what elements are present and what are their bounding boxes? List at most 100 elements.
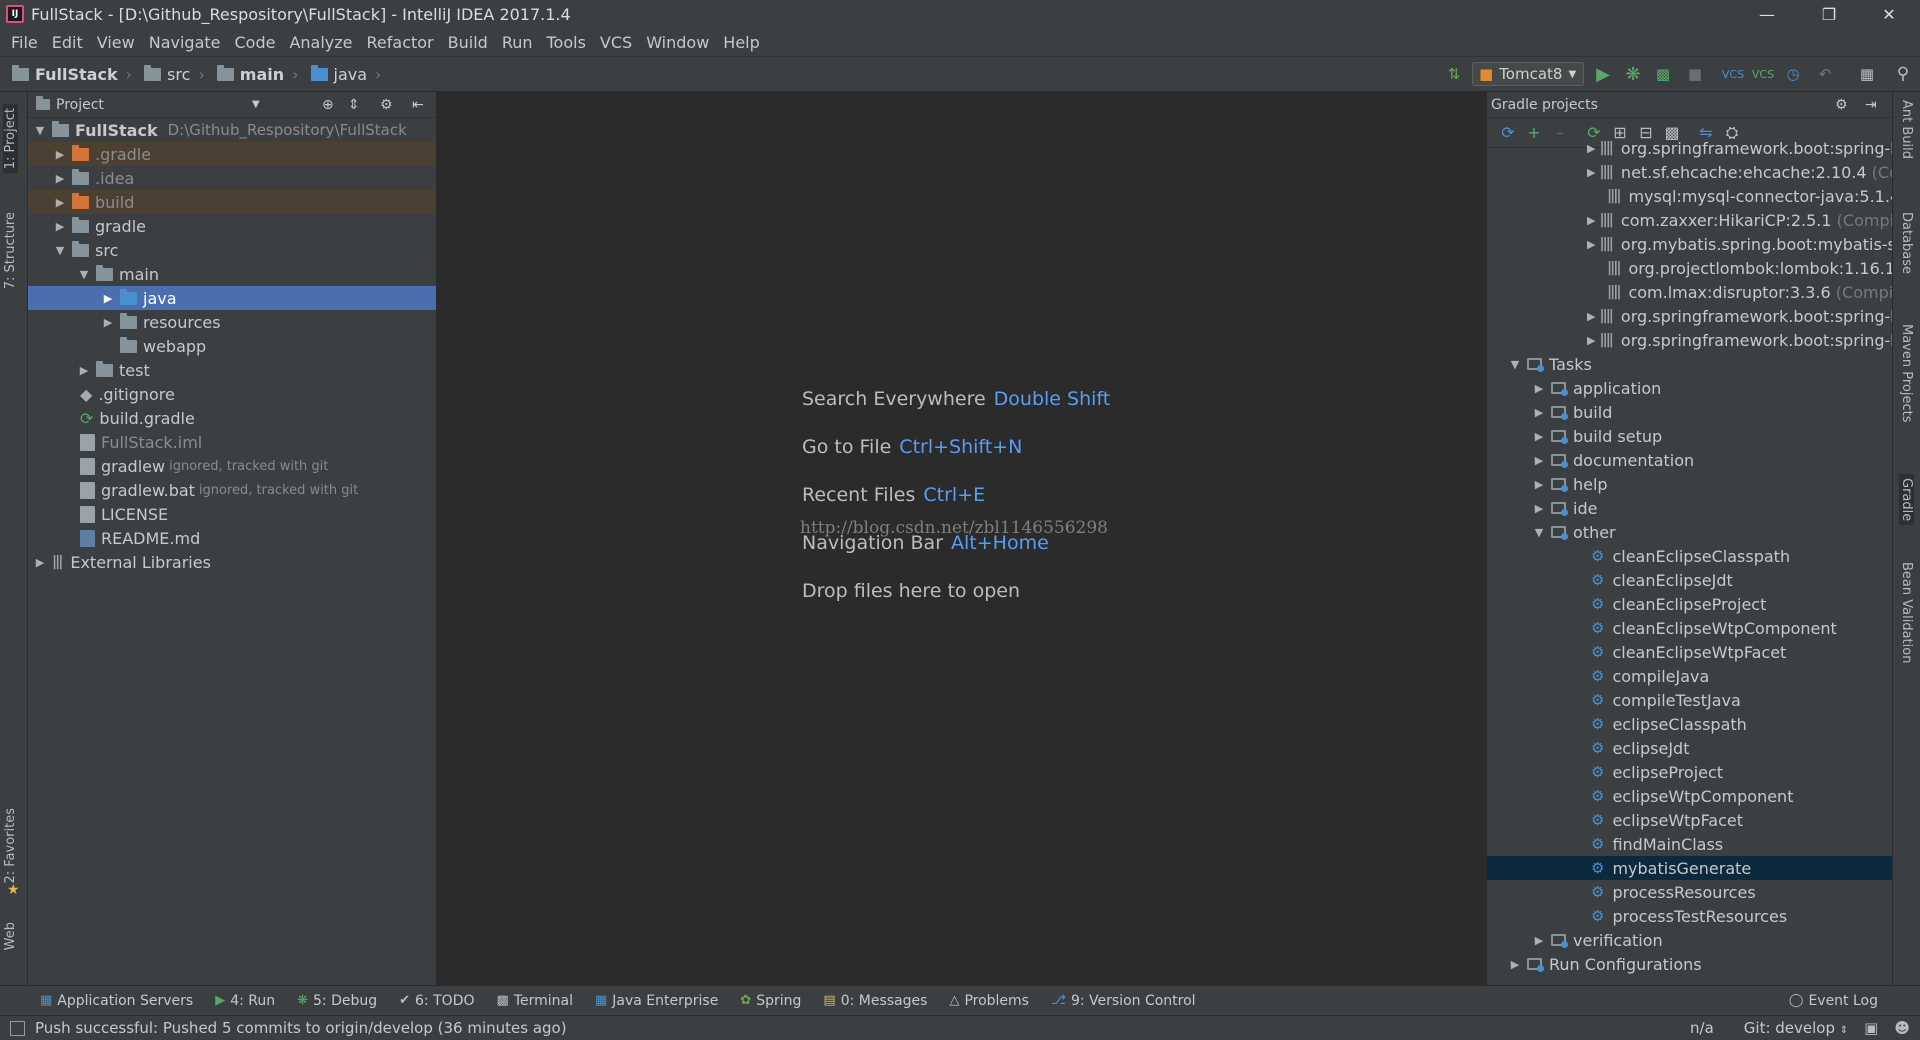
tree-item-resources[interactable]: ▶ resources xyxy=(28,310,436,334)
task-item[interactable]: ⚙ compileTestJava xyxy=(1487,688,1892,712)
task-item[interactable]: ⚙ eclipseWtpFacet xyxy=(1487,808,1892,832)
tree-item-external-libraries[interactable]: ▶ ||| External Libraries xyxy=(28,550,436,574)
dependency-item[interactable]: ▶ |||| org.springframework.boot:spring-b xyxy=(1487,304,1892,328)
task-item[interactable]: ⚙ cleanEclipseJdt xyxy=(1487,568,1892,592)
tab-problems[interactable]: △ Problems xyxy=(949,993,1029,1009)
tab-web[interactable]: Web xyxy=(3,922,18,950)
breadcrumb-src[interactable]: src › xyxy=(144,64,205,84)
task-group-documentation[interactable]: ▶ documentation xyxy=(1487,448,1892,472)
editor-area[interactable]: Search Everywhere Double Shift Go to File… xyxy=(438,92,1486,985)
menu-refactor[interactable]: Refactor xyxy=(360,33,441,52)
tree-item-idea[interactable]: ▶ .idea xyxy=(28,166,436,190)
tab-debug[interactable]: ❋ 5: Debug xyxy=(297,993,377,1009)
tab-spring[interactable]: ✿ Spring xyxy=(740,993,801,1009)
tree-item-java[interactable]: ▶ java xyxy=(28,286,436,310)
task-item[interactable]: ⚙ findMainClass xyxy=(1487,832,1892,856)
run-icon[interactable]: ▶ xyxy=(1590,62,1616,86)
tree-item-gradlew-bat[interactable]: gradlew.bat ignored, tracked with git xyxy=(28,478,436,502)
close-button[interactable]: ✕ xyxy=(1866,0,1912,28)
breadcrumb-fullstack[interactable]: FullStack › xyxy=(12,64,132,84)
menu-file[interactable]: File xyxy=(4,33,45,52)
build-icon[interactable]: ⇅ xyxy=(1442,62,1466,86)
coverage-icon[interactable]: ▩ xyxy=(1650,62,1676,86)
tab-favorites[interactable]: 2: Favorites xyxy=(3,808,18,884)
task-group-help[interactable]: ▶ help xyxy=(1487,472,1892,496)
tree-item-main[interactable]: ▼ main xyxy=(28,262,436,286)
tab-maven-projects[interactable]: Maven Projects xyxy=(1899,324,1914,423)
menu-view[interactable]: View xyxy=(90,33,142,52)
task-item[interactable]: ⚙ processTestResources xyxy=(1487,904,1892,928)
task-item[interactable]: ⚙ cleanEclipseClasspath xyxy=(1487,544,1892,568)
tree-item-iml[interactable]: FullStack.iml xyxy=(28,430,436,454)
tab-project[interactable]: 1: Project xyxy=(3,104,18,174)
refresh-icon[interactable]: ⟳ xyxy=(1495,123,1521,142)
tab-structure[interactable]: 7: Structure xyxy=(3,212,18,289)
status-message[interactable]: Push successful: Pushed 5 commits to ori… xyxy=(35,1019,567,1037)
tab-run[interactable]: ▶ 4: Run xyxy=(215,993,275,1009)
task-group-build-setup[interactable]: ▶ build setup xyxy=(1487,424,1892,448)
tree-item-gradle[interactable]: ▶ gradle xyxy=(28,214,436,238)
vcs-history-icon[interactable]: ◷ xyxy=(1780,62,1806,86)
task-item[interactable]: ⚙ eclipseJdt xyxy=(1487,736,1892,760)
task-item[interactable]: ⚙ cleanEclipseWtpFacet xyxy=(1487,640,1892,664)
menu-build[interactable]: Build xyxy=(441,33,495,52)
menu-run[interactable]: Run xyxy=(495,33,540,52)
run-config-select[interactable]: ■ Tomcat8 ▼ xyxy=(1472,62,1584,86)
task-item[interactable]: ⚙ eclipseClasspath xyxy=(1487,712,1892,736)
menu-vcs[interactable]: VCS xyxy=(593,33,639,52)
vcs-update-icon[interactable]: VCS xyxy=(1720,62,1746,86)
status-toggle-icon[interactable] xyxy=(10,1020,25,1036)
tree-item-src[interactable]: ▼ src xyxy=(28,238,436,262)
collapse-all-icon[interactable]: ⇕ xyxy=(348,97,360,113)
breadcrumb-main[interactable]: main › xyxy=(216,64,299,84)
dependency-item[interactable]: |||| mysql:mysql-connector-java:5.1.44 xyxy=(1487,184,1892,208)
task-item[interactable]: ⚙ cleanEclipseWtpComponent xyxy=(1487,616,1892,640)
task-item[interactable]: ⚙ eclipseProject xyxy=(1487,760,1892,784)
gear-icon[interactable]: ⚙ xyxy=(380,97,393,113)
project-structure-icon[interactable]: ▦ xyxy=(1854,62,1880,86)
tree-item-build-gradle[interactable]: ⟳ build.gradle xyxy=(28,406,436,430)
minimize-button[interactable]: — xyxy=(1744,0,1790,28)
task-item[interactable]: ⚙ processResources xyxy=(1487,880,1892,904)
gear-icon[interactable]: ⚙ xyxy=(1835,97,1848,113)
stop-icon[interactable]: ■ xyxy=(1682,62,1708,86)
menu-help[interactable]: Help xyxy=(716,33,766,52)
tree-item-gitignore[interactable]: ◆ .gitignore xyxy=(28,382,436,406)
tree-item-test[interactable]: ▶ test xyxy=(28,358,436,382)
dependency-item[interactable]: |||| org.projectlombok:lombok:1.16.18 xyxy=(1487,256,1892,280)
menu-window[interactable]: Window xyxy=(639,33,716,52)
tree-item-webapp[interactable]: webapp xyxy=(28,334,436,358)
task-item-selected[interactable]: ⚙ mybatisGenerate xyxy=(1487,856,1892,880)
menu-tools[interactable]: Tools xyxy=(540,33,593,52)
task-item[interactable]: ⚙ compileJava xyxy=(1487,664,1892,688)
tab-todo[interactable]: ✔ 6: TODO xyxy=(399,993,474,1009)
lock-icon[interactable]: ▣ xyxy=(1864,1019,1878,1037)
dependency-item[interactable]: ||||com.lmax:disruptor:3.3.6 (Compile xyxy=(1487,280,1892,304)
inspector-icon[interactable]: ☻ xyxy=(1894,1019,1910,1037)
tab-messages[interactable]: ▤ 0: Messages xyxy=(823,993,927,1009)
tree-item-gradlew[interactable]: gradlew ignored, tracked with git xyxy=(28,454,436,478)
revert-icon[interactable]: ↶ xyxy=(1812,62,1838,86)
tree-item-gradle-cache[interactable]: ▶ .gradle xyxy=(28,142,436,166)
tab-gradle[interactable]: Gradle xyxy=(1899,474,1914,526)
tree-item-readme[interactable]: README.md xyxy=(28,526,436,550)
menu-code[interactable]: Code xyxy=(228,33,283,52)
debug-icon[interactable]: ❋ xyxy=(1620,62,1646,86)
hide-panel-icon[interactable]: ⇥ xyxy=(1865,97,1877,113)
task-group-ide[interactable]: ▶ ide xyxy=(1487,496,1892,520)
vcs-commit-icon[interactable]: VCS xyxy=(1750,62,1776,86)
task-group-build[interactable]: ▶ build xyxy=(1487,400,1892,424)
search-everywhere-icon[interactable]: ⚲ xyxy=(1890,62,1916,86)
tree-root[interactable]: ▼ FullStack D:\Github_Respository\FullSta… xyxy=(28,118,436,142)
task-item[interactable]: ⚙ eclipseWtpComponent xyxy=(1487,784,1892,808)
git-branch-widget[interactable]: Git: develop ⇕ xyxy=(1744,1019,1848,1037)
menu-edit[interactable]: Edit xyxy=(45,33,90,52)
dependency-item[interactable]: ▶ |||| org.mybatis.spring.boot:mybatis-s xyxy=(1487,232,1892,256)
menu-navigate[interactable]: Navigate xyxy=(142,33,228,52)
remove-icon[interactable]: – xyxy=(1547,123,1573,142)
tab-event-log[interactable]: ◯ Event Log xyxy=(1789,993,1878,1009)
dependency-item[interactable]: ▶||||com.zaxxer:HikariCP:2.5.1 (Compile xyxy=(1487,208,1892,232)
tab-application-servers[interactable]: ▦ Application Servers xyxy=(40,993,193,1009)
menu-analyze[interactable]: Analyze xyxy=(282,33,359,52)
task-group-application[interactable]: ▶ application xyxy=(1487,376,1892,400)
